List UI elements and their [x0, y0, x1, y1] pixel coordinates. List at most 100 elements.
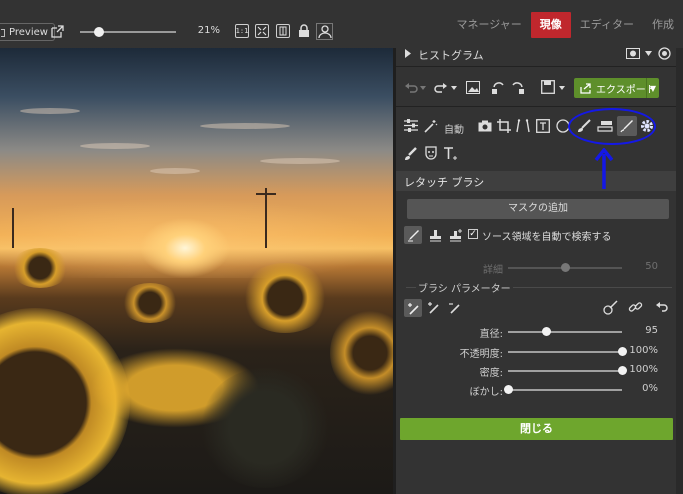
chevron-down-icon[interactable] — [420, 86, 426, 90]
magic-wand-icon[interactable] — [424, 119, 438, 133]
compare-view-icon[interactable] — [276, 24, 290, 38]
sun — [140, 218, 230, 278]
rotate-right-icon[interactable] — [509, 81, 525, 95]
clone-brush-icon[interactable] — [404, 147, 418, 161]
close-button[interactable]: 閉じる — [400, 418, 673, 440]
export-icon — [580, 82, 591, 94]
perspective-icon[interactable] — [516, 119, 530, 133]
add-mask-button[interactable]: マスクの追加 — [407, 199, 669, 219]
app-window: Preview 21% 1:1 マネージャー 現像 エディター 作成 ヒストグラ… — [0, 0, 683, 494]
expand-triangle-icon[interactable] — [404, 49, 412, 58]
stamp-plus-icon — [450, 228, 462, 241]
feather-slider-row: ぼかし: 0% — [396, 382, 683, 398]
face-mask-icon[interactable] — [424, 146, 438, 161]
photo-canvas[interactable] — [0, 48, 393, 494]
auto-source-label[interactable]: ソース領域を自動で検索する — [482, 228, 612, 243]
tab-manager[interactable]: マネージャー — [448, 12, 531, 38]
brush-outline-icon[interactable] — [603, 300, 618, 315]
brush-mode-heal[interactable] — [404, 226, 422, 244]
lock-icon[interactable] — [298, 24, 310, 38]
adjust-sliders-icon[interactable] — [404, 119, 418, 132]
chevron-down-icon[interactable] — [645, 51, 652, 56]
brush-mode-stamp-add[interactable] — [447, 226, 465, 244]
camera-icon[interactable] — [626, 48, 640, 59]
cloud — [200, 123, 290, 129]
brush-params-title: ブラシ パラメーター — [416, 280, 513, 295]
export-dropdown-icon[interactable]: ▼ — [646, 78, 659, 98]
retouch-brush-title: レタッチ ブラシ — [404, 176, 485, 189]
right-panel: ヒストグラム エクスポート ▼ 自動 レタッチ ブラシ マスクの追加 ✓ ソース… — [396, 40, 683, 494]
power-pole — [12, 208, 14, 248]
chevron-down-icon[interactable] — [451, 86, 457, 90]
opacity-slider-row: 不透明度: 100% — [396, 344, 683, 360]
tab-editor[interactable]: エディター — [571, 12, 643, 38]
diameter-slider-track[interactable] — [508, 331, 622, 333]
cloud — [150, 168, 200, 174]
save-icon[interactable] — [541, 80, 555, 94]
text-tool-icon[interactable] — [443, 146, 458, 162]
settings-circle-icon[interactable] — [658, 47, 671, 60]
zoom-slider-knob[interactable] — [94, 27, 105, 37]
opacity-label: 不透明度: — [459, 349, 503, 360]
brush-plus-icon[interactable] — [427, 301, 440, 314]
redo-icon[interactable] — [434, 82, 448, 94]
auto-source-checkbox[interactable]: ✓ — [468, 229, 478, 239]
rotate-left-icon[interactable] — [491, 81, 507, 95]
diameter-slider-row: 直径: 95 — [396, 324, 683, 340]
preview-button[interactable]: Preview — [0, 23, 55, 41]
diameter-label: 直径: — [479, 329, 503, 340]
tab-develop[interactable]: 現像 — [530, 12, 571, 38]
person-lock-icon[interactable] — [316, 23, 333, 40]
link-icon[interactable] — [628, 300, 643, 315]
opacity-value: 100% — [629, 345, 658, 356]
feather-slider-knob[interactable] — [504, 385, 513, 394]
detail-slider-knob[interactable] — [561, 263, 570, 272]
annotation-arrow-icon — [594, 148, 614, 189]
sunflower — [330, 308, 393, 398]
histogram-header[interactable]: ヒストグラム — [396, 45, 676, 63]
sunflower — [10, 248, 70, 288]
text-frame-icon[interactable] — [536, 119, 550, 133]
sunflower-back — [200, 368, 330, 488]
density-slider-track[interactable] — [508, 370, 622, 372]
diameter-value: 95 — [645, 325, 658, 336]
sunflower — [240, 263, 330, 333]
histogram-label: ヒストグラム — [418, 49, 484, 62]
feather-label: ぼかし: — [469, 387, 503, 398]
image-icon[interactable] — [466, 81, 480, 94]
brush-plus-icon — [407, 302, 419, 315]
opacity-slider-track[interactable] — [508, 351, 622, 353]
detail-value: 50 — [645, 261, 658, 272]
mode-tabs: マネージャー 現像 エディター 作成 — [448, 10, 683, 40]
divider — [396, 66, 683, 67]
external-window-icon[interactable] — [51, 25, 64, 38]
retouch-brush-header: レタッチ ブラシ — [396, 171, 683, 191]
highlight-ellipse — [568, 108, 656, 145]
cloud — [260, 158, 340, 164]
zoom-1to1-button[interactable]: 1:1 — [235, 24, 249, 38]
export-button[interactable]: エクスポート ▼ — [574, 78, 659, 98]
power-pole-arm — [256, 193, 276, 195]
feather-slider-track[interactable] — [508, 389, 622, 391]
preview-label: Preview — [9, 26, 48, 38]
detail-label: 詳細 — [483, 265, 503, 276]
tab-create[interactable]: 作成 — [643, 12, 683, 38]
detail-slider-row: 詳細 50 — [396, 260, 683, 276]
feather-value: 0% — [642, 383, 658, 394]
fit-screen-icon[interactable] — [255, 24, 269, 38]
reset-arrow-icon[interactable] — [655, 301, 668, 313]
panel-edge — [676, 48, 683, 494]
crop-icon[interactable] — [497, 119, 511, 133]
power-pole — [265, 188, 267, 248]
brush-mode-clone[interactable] — [426, 226, 444, 244]
undo-icon[interactable] — [404, 82, 418, 94]
auto-label[interactable]: 自動 — [444, 121, 464, 136]
density-value: 100% — [629, 364, 658, 375]
divider — [396, 106, 683, 107]
brush-add-tool[interactable] — [404, 299, 422, 317]
brush-minus-icon[interactable] — [448, 301, 461, 314]
chevron-down-icon[interactable] — [559, 86, 565, 90]
camera-icon[interactable] — [478, 120, 492, 132]
density-label: 密度: — [479, 368, 503, 379]
diameter-slider-knob[interactable] — [541, 327, 551, 336]
